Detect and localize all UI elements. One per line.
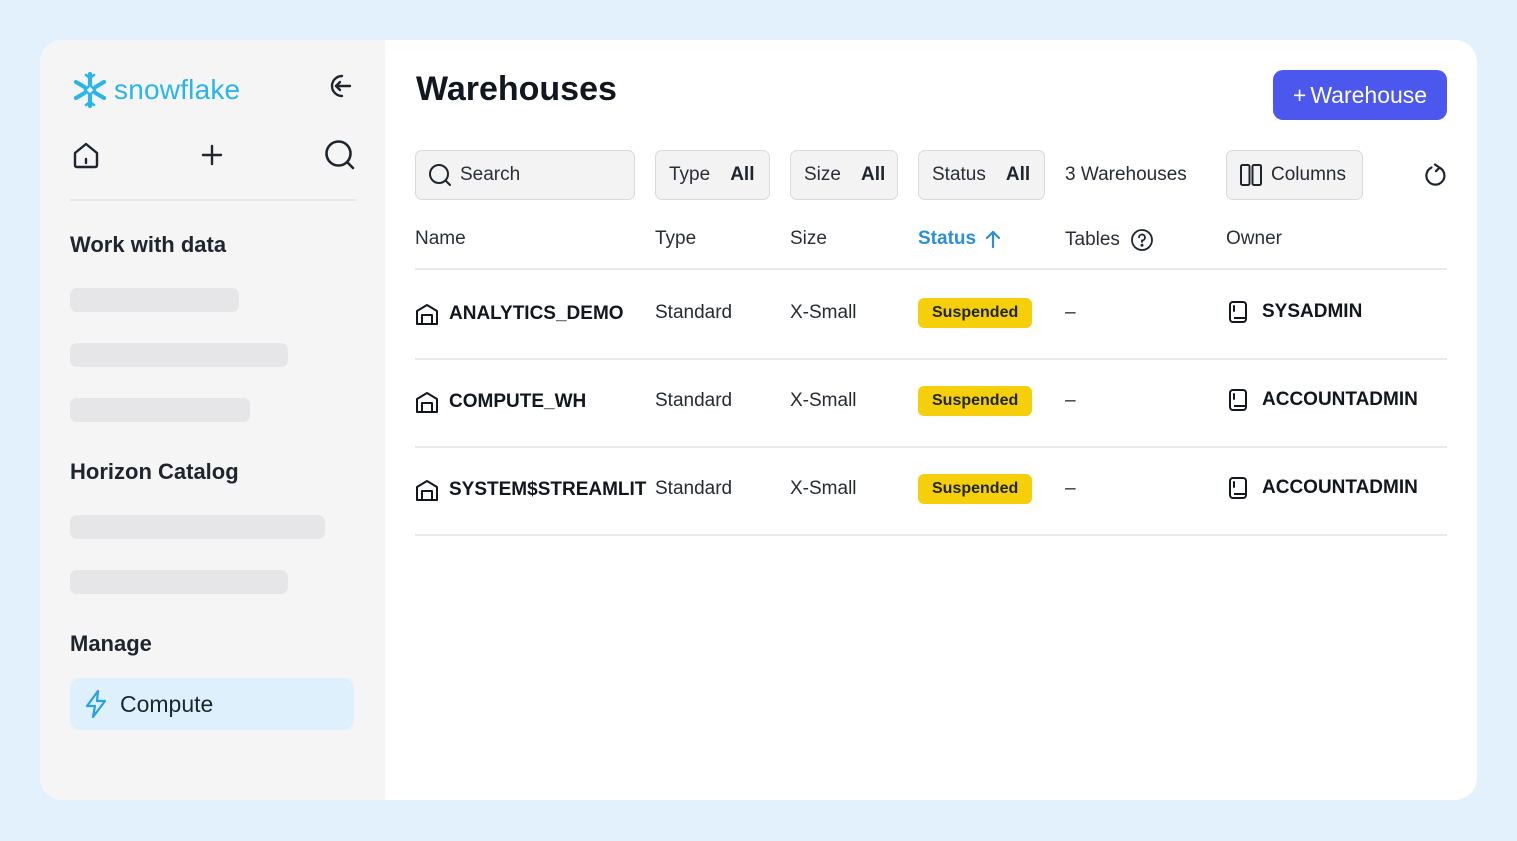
search-placeholder: Search (460, 164, 521, 185)
warehouse-name: COMPUTE_WH (449, 391, 587, 412)
role-icon (1229, 301, 1247, 323)
filter-value: All (730, 164, 755, 185)
warehouse-name: ANALYTICS_DEMO (449, 303, 624, 324)
columns-icon (1240, 164, 1262, 186)
warehouse-name-cell[interactable]: SYSTEM$STREAMLIT (415, 478, 646, 502)
snowflake-icon (73, 71, 107, 109)
collapse-icon (330, 74, 352, 98)
tables-cell: – (1065, 478, 1076, 499)
sort-ascending-icon (985, 230, 1001, 249)
owner-cell[interactable]: ACCOUNTADMIN (1226, 476, 1418, 500)
role-icon (1229, 477, 1247, 499)
owner-name: ACCOUNTADMIN (1262, 389, 1418, 410)
search-icon (429, 164, 451, 186)
column-header-size[interactable]: Size (790, 228, 827, 250)
owner-cell[interactable]: ACCOUNTADMIN (1226, 388, 1418, 412)
add-plus: + (1292, 81, 1307, 108)
table-row[interactable]: SYSTEM$STREAMLIT Standard X-Small Suspen… (415, 448, 1447, 536)
warehouse-icon (416, 304, 438, 325)
sidebar: snowflake Work with data Horizon Catalog… (40, 40, 385, 800)
skeleton-item (70, 398, 250, 422)
filter-value: All (860, 164, 886, 185)
status-filter[interactable]: Status All (918, 150, 1045, 200)
owner-cell[interactable]: SYSADMIN (1226, 300, 1362, 324)
home-button[interactable] (70, 138, 102, 172)
columns-button[interactable]: Columns (1226, 150, 1363, 200)
page-title: Warehouses (416, 70, 617, 108)
create-button[interactable] (196, 138, 228, 172)
section-work-with-data: Work with data (70, 232, 227, 257)
search-input[interactable]: Search (415, 150, 635, 200)
column-header-status-label: Status (918, 228, 977, 249)
role-icon (1229, 389, 1247, 411)
size-filter[interactable]: Size All (790, 150, 898, 200)
add-warehouse-label: Warehouse (1310, 81, 1428, 108)
skeleton-item (70, 515, 325, 539)
snowflake-logo[interactable]: snowflake (70, 70, 240, 110)
warehouse-icon (416, 392, 438, 413)
refresh-icon (1425, 163, 1446, 186)
main-content: Warehouses + Warehouse Search Type All S… (385, 40, 1477, 800)
tables-cell: – (1065, 302, 1076, 323)
skeleton-item (70, 288, 239, 312)
refresh-button[interactable] (1421, 160, 1451, 190)
sidebar-quick-actions (70, 138, 356, 172)
sidebar-item-compute[interactable]: Compute (70, 678, 354, 730)
owner-name: SYSADMIN (1262, 301, 1363, 322)
type-cell: Standard (655, 390, 733, 411)
warehouse-name-cell[interactable]: COMPUTE_WH (415, 390, 586, 414)
status-badge: Suspended (918, 298, 1033, 328)
type-cell: Standard (655, 302, 733, 323)
column-header-name[interactable]: Name (415, 228, 466, 250)
section-horizon-catalog: Horizon Catalog (70, 459, 239, 484)
table-header: Name Type Size Status Tables Owner (415, 226, 1447, 270)
skeleton-item (70, 343, 288, 367)
size-cell: X-Small (790, 302, 857, 323)
warehouse-name-cell[interactable]: ANALYTICS_DEMO (415, 302, 624, 326)
size-cell: X-Small (790, 390, 857, 411)
column-header-owner[interactable]: Owner (1226, 228, 1282, 250)
type-cell: Standard (655, 478, 733, 499)
status-badge: Suspended (918, 386, 1033, 416)
plus-icon (201, 144, 223, 166)
section-manage: Manage (70, 631, 152, 656)
sidebar-divider (70, 199, 356, 201)
column-header-type[interactable]: Type (655, 228, 696, 250)
column-header-status[interactable]: Status (918, 228, 1002, 250)
type-filter[interactable]: Type All (655, 150, 770, 200)
tables-cell: – (1065, 390, 1076, 411)
warehouse-name: SYSTEM$STREAMLIT (449, 479, 647, 500)
brand-name: snowflake (114, 74, 241, 105)
search-icon (325, 140, 355, 170)
global-search-button[interactable] (324, 138, 356, 172)
table-row[interactable]: COMPUTE_WH Standard X-Small Suspended – … (415, 360, 1447, 448)
bolt-icon (85, 689, 107, 719)
skeleton-item (70, 570, 288, 594)
column-header-tables-label: Tables (1065, 229, 1120, 250)
size-cell: X-Small (790, 478, 857, 499)
warehouse-count: 3 Warehouses (1065, 164, 1187, 185)
app-window: snowflake Work with data Horizon Catalog… (40, 40, 1477, 800)
filter-label: Status (932, 164, 986, 185)
warehouse-icon (416, 480, 438, 501)
home-icon (73, 142, 99, 169)
collapse-sidebar-button[interactable] (326, 72, 354, 100)
sidebar-item-label: Compute (120, 690, 214, 717)
column-header-tables[interactable]: Tables (1065, 228, 1154, 252)
help-icon[interactable] (1130, 228, 1154, 252)
table-row[interactable]: ANALYTICS_DEMO Standard X-Small Suspende… (415, 272, 1447, 360)
filter-value: All (1005, 164, 1031, 185)
owner-name: ACCOUNTADMIN (1262, 477, 1418, 498)
add-warehouse-button[interactable]: + Warehouse (1273, 70, 1447, 120)
columns-label: Columns (1271, 164, 1346, 185)
filter-label: Type (669, 164, 711, 185)
status-badge: Suspended (918, 474, 1033, 504)
filter-label: Size (804, 164, 841, 185)
